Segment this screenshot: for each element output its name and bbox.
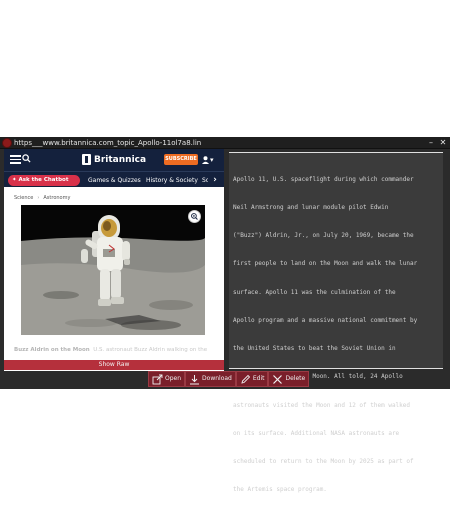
- delete-label: Delete: [285, 375, 306, 382]
- edit-label: Edit: [252, 375, 265, 382]
- user-chevron: ▾: [210, 156, 214, 164]
- brand-name[interactable]: Britannica: [94, 153, 146, 167]
- article-line: Apollo 11, U.S. spaceflight during which…: [233, 175, 414, 183]
- delete-icon: [273, 374, 283, 384]
- article-line: Neil Armstrong and lunar module pilot Ed…: [233, 204, 389, 212]
- article-text-pane: Apollo 11, U.S. spaceflight during which…: [229, 152, 443, 493]
- subscribe-button[interactable]: SUBSCRIBE: [164, 154, 198, 165]
- open-icon: [152, 374, 163, 384]
- edit-button[interactable]: Edit: [235, 371, 269, 387]
- app-icon: [2, 138, 12, 148]
- article-line: Apollo program and a massive national co…: [233, 316, 418, 324]
- britannica-header: Britannica SUBSCRIBE ▾: [4, 149, 224, 171]
- britannica-subnav: ✦ Ask the Chatbot Games & Quizzes Histor…: [4, 171, 224, 187]
- article-line: on its surface. Additional NASA astronau…: [233, 429, 400, 437]
- viewer-window: https___www.britannica.com_topic_Apollo-…: [0, 137, 450, 493]
- close-button[interactable]: ✕: [437, 137, 449, 149]
- action-toolbar: Open Download Edit Delete: [148, 371, 310, 387]
- edit-icon: [241, 374, 250, 384]
- article-line: the United States to beat the Soviet Uni…: [233, 345, 396, 353]
- screenshot-preview: Britannica SUBSCRIBE ▾ ✦ Ask the Chatbot…: [4, 149, 224, 371]
- download-icon: [190, 374, 200, 384]
- ask-chatbot-button[interactable]: ✦ Ask the Chatbot: [8, 175, 80, 186]
- nav-games-quizzes[interactable]: Games & Quizzes: [88, 175, 141, 186]
- article-text: Apollo 11, U.S. spaceflight during which…: [233, 156, 441, 513]
- title-bar: https___www.britannica.com_topic_Apollo-…: [0, 137, 450, 149]
- article-line: scheduled to return to the Moon by 2025 …: [233, 458, 414, 465]
- photo-caption: Buzz Aldrin on the Moon U.S. astronaut B…: [14, 345, 220, 355]
- user-menu[interactable]: ▾: [202, 155, 218, 165]
- breadcrumb-astronomy[interactable]: Astronomy: [43, 195, 70, 201]
- caption-title: Buzz Aldrin on the Moon: [14, 347, 90, 353]
- article-line: the Artemis space program.: [233, 486, 327, 494]
- show-raw-button[interactable]: Show Raw: [4, 360, 224, 370]
- window-title: https___www.britannica.com_topic_Apollo-…: [14, 139, 202, 147]
- britannica-logo-icon: [82, 154, 91, 165]
- minimize-button[interactable]: –: [425, 137, 437, 149]
- chevron-right-icon[interactable]: ›: [208, 174, 222, 186]
- download-label: Download: [202, 375, 232, 382]
- nav-history-society[interactable]: History & Society: [146, 175, 198, 186]
- open-label: Open: [165, 375, 182, 382]
- breadcrumb: Science › Astronomy: [14, 195, 71, 201]
- article-line: astronauts visited the Moon and 12 of th…: [233, 401, 411, 409]
- search-icon[interactable]: [22, 154, 31, 163]
- breadcrumb-science[interactable]: Science: [14, 195, 33, 201]
- article-line: surface. Apollo 11 was the culmination o…: [233, 288, 396, 296]
- download-button[interactable]: Download: [185, 371, 236, 387]
- article-line: ("Buzz") Aldrin, Jr., on July 20, 1969, …: [233, 232, 414, 240]
- user-icon: [202, 156, 209, 164]
- zoom-icon[interactable]: [188, 210, 201, 223]
- menu-icon[interactable]: [10, 155, 21, 164]
- open-button[interactable]: Open: [148, 371, 186, 387]
- buzz-aldrin-photo: [21, 205, 205, 335]
- article-line: first people to land on the Moon and wal…: [233, 260, 418, 268]
- caption-text: U.S. astronaut Buzz Aldrin walking on th…: [93, 347, 208, 353]
- delete-button[interactable]: Delete: [268, 371, 310, 387]
